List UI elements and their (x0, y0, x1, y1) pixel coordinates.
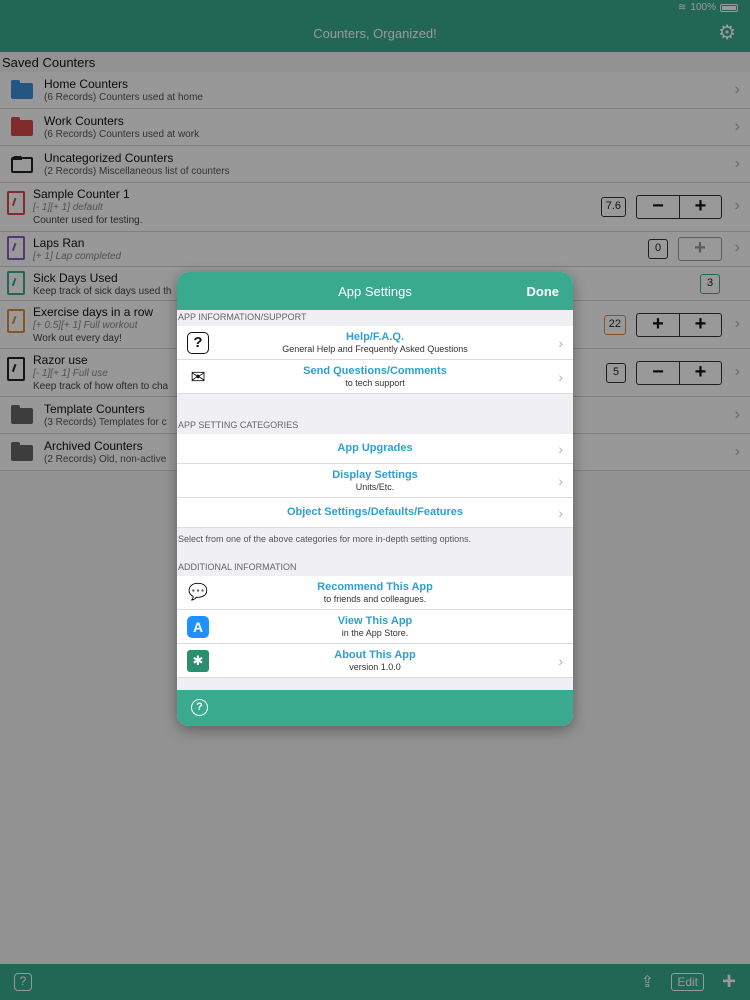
app-settings-modal: App Settings Done APP INFORMATION/SUPPOR… (177, 272, 573, 726)
row-label: Help/F.A.Q. (345, 331, 405, 343)
done-button[interactable]: Done (527, 284, 560, 299)
chat-icon: 💬 (188, 583, 208, 601)
modal-footer: ? (177, 690, 573, 726)
row-detail: version 1.0.0 (349, 662, 401, 672)
chevron-right-icon: › (558, 504, 563, 521)
chevron-right-icon: › (558, 652, 563, 669)
section-header-categories: APP SETTING CATEGORIES (178, 420, 299, 430)
help-icon[interactable]: ? (191, 699, 208, 716)
display-settings-row[interactable]: Display Settings Units/Etc. › (177, 464, 573, 498)
help-faq-row[interactable]: ? Help/F.A.Q. General Help and Frequentl… (177, 326, 573, 360)
modal-header: App Settings Done (177, 272, 573, 310)
modal-title: App Settings (338, 284, 412, 299)
categories-note: Select from one of the above categories … (178, 534, 472, 544)
section-header-additional: ADDITIONAL INFORMATION (178, 562, 297, 572)
row-label: Recommend This App (317, 581, 433, 593)
row-label: Send Questions/Comments (303, 365, 447, 377)
app-store-icon: A (187, 615, 209, 638)
question-icon: ? (187, 331, 209, 354)
section-header-info: APP INFORMATION/SUPPORT (178, 312, 307, 322)
send-questions-row[interactable]: ✉ Send Questions/Comments to tech suppor… (177, 360, 573, 394)
row-detail: to friends and colleagues. (323, 594, 427, 604)
chevron-right-icon: › (558, 440, 563, 457)
object-settings-row[interactable]: Object Settings/Defaults/Features › (177, 498, 573, 528)
row-label: Object Settings/Defaults/Features (286, 506, 464, 518)
row-label: App Upgrades (337, 442, 413, 454)
chevron-right-icon: › (558, 334, 563, 351)
row-detail: in the App Store. (341, 628, 409, 638)
row-label: Display Settings (332, 469, 418, 481)
row-detail: General Help and Frequently Asked Questi… (282, 344, 468, 354)
envelope-icon: ✉ (190, 366, 206, 387)
row-detail: to tech support (345, 378, 405, 388)
row-label: About This App (334, 649, 416, 661)
chevron-right-icon: › (558, 368, 563, 385)
recommend-app-row[interactable]: 💬 Recommend This App to friends and coll… (177, 576, 573, 610)
modal-body: APP INFORMATION/SUPPORT ? Help/F.A.Q. Ge… (177, 310, 573, 690)
view-app-row[interactable]: A View This App in the App Store. (177, 610, 573, 644)
app-logo-icon: ✱ (187, 649, 209, 672)
chevron-right-icon: › (558, 472, 563, 489)
about-app-row[interactable]: ✱ About This App version 1.0.0 › (177, 644, 573, 678)
row-label: View This App (337, 615, 413, 627)
app-upgrades-row[interactable]: App Upgrades › (177, 434, 573, 464)
row-detail: Units/Etc. (355, 482, 395, 492)
